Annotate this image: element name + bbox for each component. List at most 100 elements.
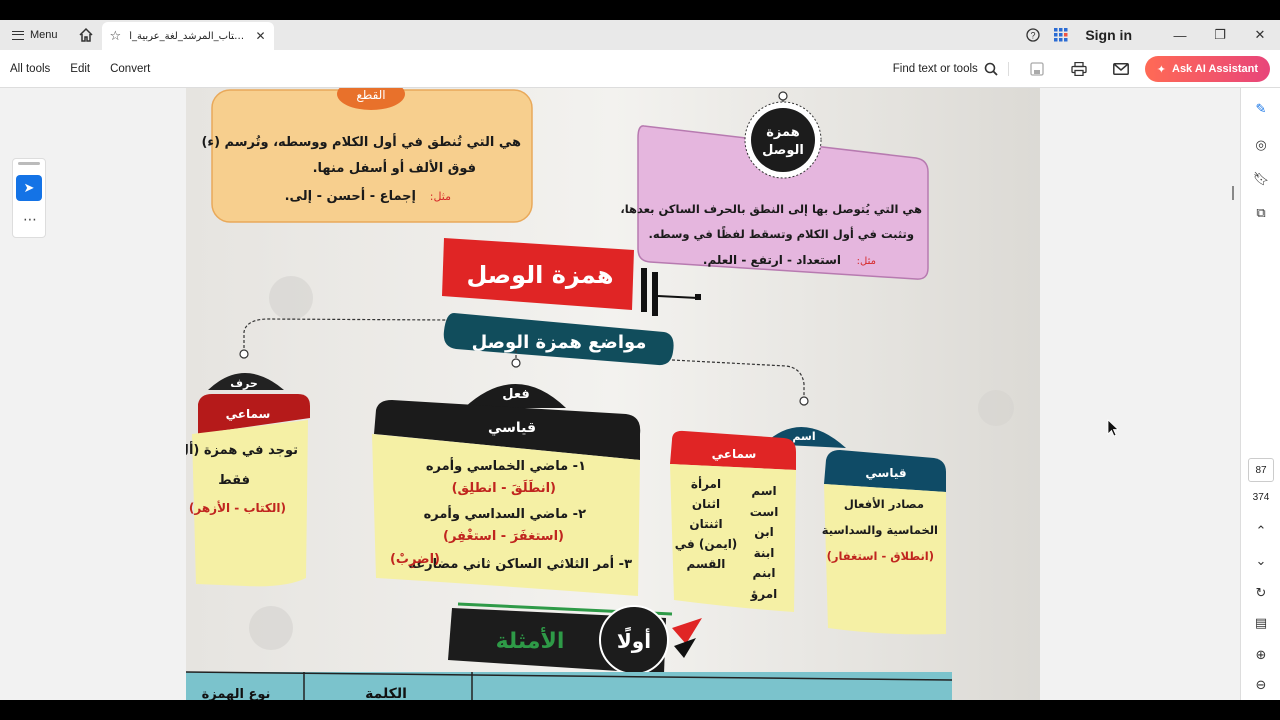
print-icon[interactable] (1061, 50, 1097, 88)
fel-line3: ٣- أمر الثلاثي الساكن ثاني مضارعه (408, 555, 632, 572)
page-total: 374 (1252, 492, 1270, 503)
more-options-icon[interactable]: ⋯ (13, 211, 47, 228)
chevron-up-icon[interactable]: ⌃ (1249, 520, 1273, 542)
find-tools-button[interactable]: Find text or tools (893, 62, 1009, 76)
fel-line1: ١- ماضي الخماسي وأمره (426, 457, 586, 474)
fel-tag: فعل (502, 387, 529, 402)
generative-summary-icon[interactable]: ✎ (1249, 98, 1273, 120)
ism-qiyasi-example: (انطلاق - استغفار) (827, 549, 934, 563)
list-item: امرؤ (750, 586, 778, 601)
cut-example: إجماع - أحسن - إلى. (285, 187, 416, 204)
vertical-scrollbar[interactable] (1232, 186, 1234, 200)
menu-label: Menu (30, 29, 58, 41)
svg-text:فوق الألف أو أسفل منها.: فوق الألف أو أسفل منها. (313, 159, 476, 176)
search-icon (984, 62, 998, 76)
zoom-out-icon[interactable]: ⊖ (1249, 674, 1273, 696)
list-item: است (749, 504, 779, 519)
app-window: Menu ☆ كتاب_المرشد_لغة_عربية_أ... ✕ ? Si… (0, 20, 1280, 700)
document-workspace: ➤ ⋯ القطع هي التي تُنطق في أول الكلام وو… (0, 88, 1240, 700)
harf-tag: حرف (230, 377, 258, 390)
svg-text:توجد في همزة (أل): توجد في همزة (أل) (186, 441, 298, 458)
examples-title-2: الأمثلة (496, 626, 565, 654)
harf-box: حرف سماعي توجد في همزة (أل) فقط (الكتاب … (186, 373, 310, 587)
pages-icon[interactable]: ⧉ (1249, 202, 1273, 224)
bookmark-icon[interactable]: 🔖︎ (1249, 168, 1273, 190)
home-button[interactable] (70, 20, 102, 50)
convert-button[interactable]: Convert (100, 63, 160, 75)
harf-example: (الكتاب - الأزهر) (189, 500, 286, 515)
table-header-type: نوع الهمزة (202, 687, 271, 700)
save-icon[interactable] (1019, 50, 1055, 88)
help-icon[interactable]: ? (1019, 20, 1047, 50)
document-tab[interactable]: ☆ كتاب_المرشد_لغة_عربية_أ... ✕ (101, 22, 274, 50)
ism-qiyasi-header: قياسي (865, 466, 906, 480)
select-cursor-icon[interactable]: ➤ (16, 175, 42, 201)
tab-title: كتاب_المرشد_لغة_عربية_أ... (129, 30, 248, 42)
right-rail: ✎ ◎ 🔖︎ ⧉ 87 374 ⌃ ⌄ ↻ ▤ ⊕ ⊖ (1240, 88, 1280, 700)
svg-text:اسم: اسم (792, 430, 815, 443)
ask-ai-label: Ask AI Assistant (1172, 63, 1258, 75)
svg-text:فقط: فقط (218, 473, 250, 488)
harf-header: سماعي (226, 407, 271, 421)
svg-text:?: ? (1031, 31, 1036, 41)
page-fit-icon[interactable]: ▤ (1249, 612, 1273, 634)
restore-button[interactable]: ❐ (1200, 20, 1240, 50)
cut-card-heading: القطع (356, 88, 385, 102)
comment-icon[interactable]: ◎ (1249, 134, 1273, 156)
svg-text:الخماسية والسداسية: الخماسية والسداسية (822, 523, 938, 538)
title-bar: Menu ☆ كتاب_المرشد_لغة_عربية_أ... ✕ ? Si… (0, 20, 1280, 50)
chevron-down-icon[interactable]: ⌄ (1249, 550, 1273, 572)
home-icon (79, 27, 93, 42)
list-item: اثنتان (689, 517, 723, 531)
sign-in-button[interactable]: Sign in (1085, 27, 1132, 43)
table-header-word: الكلمة (365, 686, 407, 700)
quick-tools-panel: ➤ ⋯ (12, 158, 46, 238)
list-item: اسم (751, 484, 777, 498)
minimize-button[interactable]: — (1160, 20, 1200, 50)
list-item: اثنان (691, 497, 721, 511)
examples-table-header: نوع الهمزة الكلمة (186, 671, 953, 700)
svg-text:همزة: همزة (766, 125, 800, 140)
fel-line2: ٢- ماضي السداسي وأمره (424, 505, 586, 522)
edit-button[interactable]: Edit (60, 63, 100, 75)
zoom-in-icon[interactable]: ⊕ (1249, 644, 1273, 666)
main-title: همزة الوصل (466, 261, 613, 289)
main-toolbar: All tools Edit Convert Find text or tool… (0, 50, 1280, 88)
ism-samai-col2: امرأة اثنان اثنتان (ايمن) في القسم (674, 474, 738, 574)
svg-text:وتثبت في أول الكلام وتسقط لفظً: وتثبت في أول الكلام وتسقط لفظًا في وسطه. (649, 225, 914, 242)
fel-header: قياسي (488, 420, 536, 436)
all-tools-button[interactable]: All tools (0, 63, 60, 75)
ism-qiyasi-box: قياسي مصادر الأفعال الخماسية والسداسية (… (822, 450, 946, 635)
fel-ex1: (انطَلَقَ - انطلِق) (452, 479, 556, 496)
cut-example-label: مثل: (430, 190, 451, 203)
list-item: (ايمن) في القسم (674, 537, 738, 571)
hamza-qat-card: القطع هي التي تُنطق في أول الكلام ووسطه،… (201, 88, 533, 223)
mouse-cursor-icon (1107, 419, 1119, 437)
star-icon[interactable]: ☆ (110, 28, 122, 44)
list-item: ابنم (752, 566, 776, 580)
email-icon[interactable] (1103, 50, 1139, 88)
examples-title-1: أولًا (617, 627, 651, 653)
apps-grid-icon[interactable] (1047, 20, 1075, 50)
close-tab-icon[interactable]: ✕ (255, 29, 265, 43)
find-label: Find text or tools (892, 63, 978, 75)
menu-button[interactable]: Menu (0, 20, 70, 50)
fel-box: فعل قياسي ١- ماضي الخماسي وأمره (انطَلَق… (372, 384, 641, 596)
wasl-example: استعداد - ارتفع - العلم. (703, 253, 841, 267)
page-content: القطع هي التي تُنطق في أول الكلام ووسطه،… (186, 88, 1040, 700)
page-number-input[interactable]: 87 (1248, 458, 1274, 482)
pdf-page: القطع هي التي تُنطق في أول الكلام ووسطه،… (186, 88, 1040, 700)
close-window-button[interactable]: ✕ (1240, 20, 1280, 50)
hamburger-icon (12, 30, 24, 40)
refresh-icon[interactable]: ↻ (1249, 582, 1273, 604)
ism-samai-col1: اسم است ابن ابنة ابنم امرؤ (746, 481, 782, 604)
svg-text:الوصل: الوصل (762, 143, 804, 158)
svg-text:هي التي تُنطق في أول الكلام وو: هي التي تُنطق في أول الكلام ووسطه، وتُرس… (201, 133, 521, 150)
drag-handle[interactable] (18, 162, 40, 165)
fel-ex2: (استغفَرَ - استغْفِر) (443, 529, 564, 544)
list-item: ابن (754, 525, 774, 539)
ask-ai-assistant-button[interactable]: ✦ Ask AI Assistant (1144, 56, 1270, 82)
ism-samai-header: سماعي (712, 447, 757, 461)
svg-text:مصادر الأفعال: مصادر الأفعال (844, 497, 924, 511)
subtitle: مواضع همزة الوصل (472, 332, 647, 353)
